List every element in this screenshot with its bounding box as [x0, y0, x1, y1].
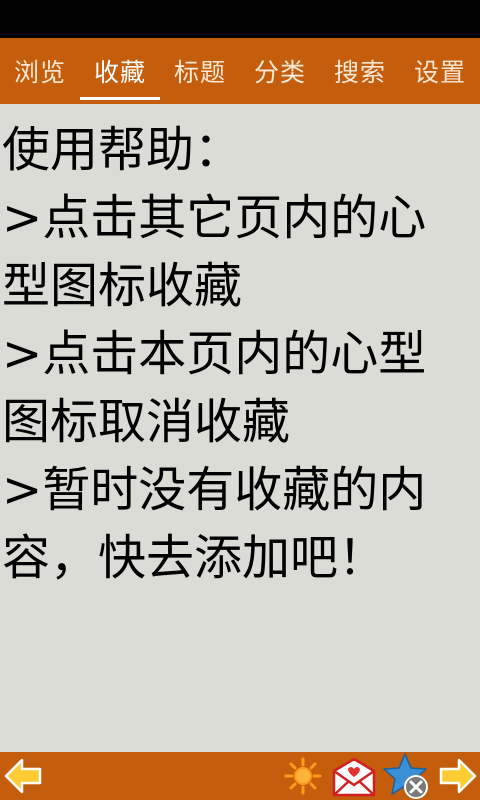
tab-search[interactable]: 搜索 [320, 38, 400, 104]
back-arrow-icon [4, 758, 42, 794]
forward-arrow-icon [439, 758, 477, 794]
tab-browse[interactable]: 浏览 [0, 38, 80, 104]
tab-categories[interactable]: 分类 [240, 38, 320, 104]
brightness-button[interactable] [282, 752, 324, 800]
content-area: 使用帮助： >点击其它页内的心型图标收藏 >点击本页内的心型图标取消收藏 >暂时… [0, 104, 480, 752]
favorite-remove-icon [383, 753, 428, 799]
brightness-icon [284, 757, 322, 795]
mail-icon [332, 757, 376, 797]
app-screen: 浏览 收藏 标题 分类 搜索 设置 使用帮助： >点击其它页内的心型图标收藏 >… [0, 0, 480, 800]
tab-settings[interactable]: 设置 [400, 38, 480, 104]
tab-titles[interactable]: 标题 [160, 38, 240, 104]
status-bar [0, 0, 480, 38]
tab-bar: 浏览 收藏 标题 分类 搜索 设置 [0, 38, 480, 104]
bottom-toolbar [0, 752, 480, 800]
mail-button[interactable] [330, 752, 378, 800]
forward-button[interactable] [436, 752, 480, 800]
tab-favorites[interactable]: 收藏 [80, 38, 160, 104]
help-text: 使用帮助： >点击其它页内的心型图标收藏 >点击本页内的心型图标取消收藏 >暂时… [2, 122, 427, 586]
back-button[interactable] [0, 752, 46, 800]
remove-favorite-button[interactable] [382, 752, 432, 800]
